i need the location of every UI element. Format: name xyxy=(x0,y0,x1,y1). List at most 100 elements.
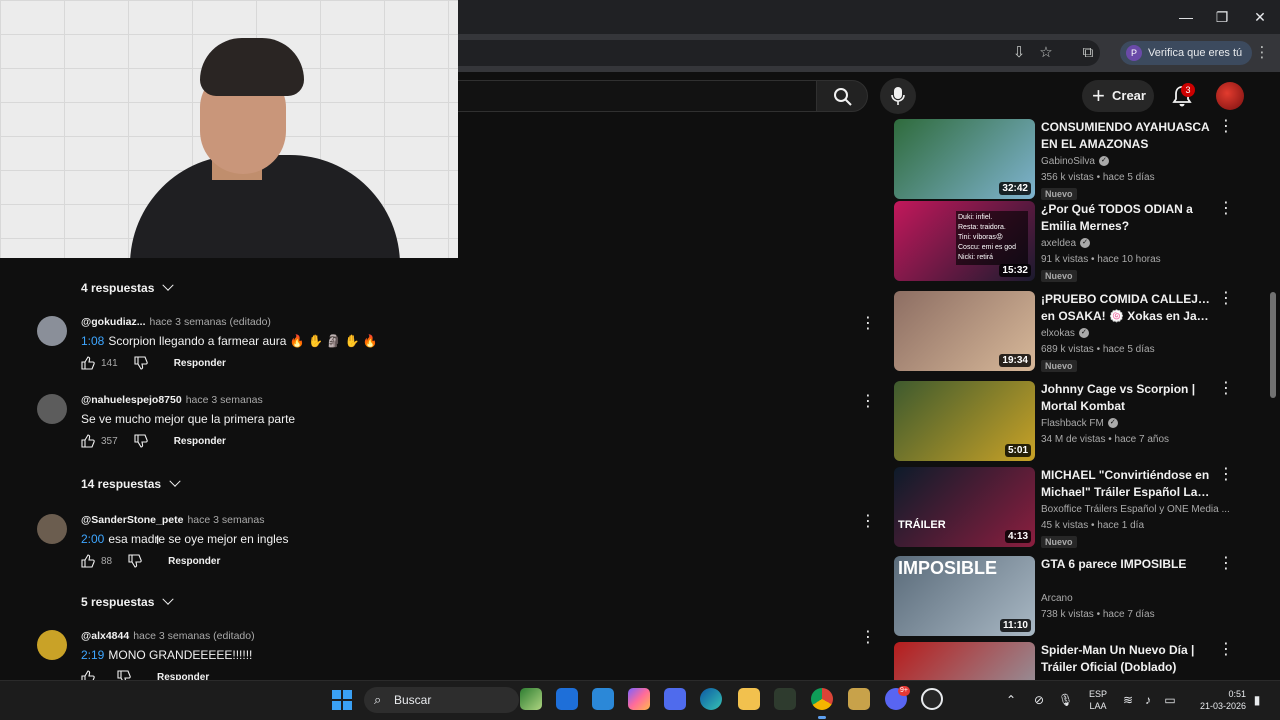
recommended-video[interactable]: 19:34 ¡PRUEBO COMIDA CALLEJERA en OSAKA! 🍥… xyxy=(894,291,1240,372)
store-icon[interactable] xyxy=(592,688,614,710)
comment-time[interactable]: hace 3 semanas xyxy=(187,514,264,526)
account-avatar[interactable] xyxy=(1216,82,1244,110)
video-channel[interactable]: GabinoSilva ✓ xyxy=(1041,156,1231,167)
video-thumbnail[interactable]: Duki: infiel. Resta: traidora. Tini: víbor… xyxy=(894,201,1035,281)
wifi-icon[interactable]: ≋ xyxy=(1120,690,1136,710)
replies-toggle[interactable]: 5 respuestas xyxy=(81,592,175,612)
comment-timestamp-link[interactable]: 2:00 xyxy=(81,532,104,546)
video-channel[interactable]: axeldea ✓ xyxy=(1041,238,1231,249)
microphone-tray-icon[interactable]: 🎙 xyxy=(1058,690,1073,710)
video-more-icon[interactable]: ⋮ xyxy=(1218,291,1234,307)
show-hidden-icons[interactable]: ⌃ xyxy=(1004,690,1018,710)
video-thumbnail[interactable]: IMPOSIBLE 11:10 xyxy=(894,556,1035,636)
profile-verify-button[interactable]: P Verifica que eres tú xyxy=(1120,41,1253,65)
video-thumbnail[interactable]: TRÁILER 4:13 xyxy=(894,467,1035,547)
video-thumbnail[interactable]: 19:34 xyxy=(894,291,1035,371)
install-app-icon[interactable]: ⇩ xyxy=(1007,42,1031,64)
reply-button[interactable]: Responder xyxy=(174,358,226,369)
league-icon[interactable] xyxy=(848,688,870,710)
comment-author[interactable]: @SanderStone_pete xyxy=(81,514,183,526)
video-more-icon[interactable]: ⋮ xyxy=(1218,467,1234,483)
language-indicator[interactable]: ESP LAA xyxy=(1086,688,1110,712)
notepad-icon[interactable] xyxy=(774,688,796,710)
commenter-avatar[interactable] xyxy=(37,514,67,544)
video-more-icon[interactable]: ⋮ xyxy=(1218,201,1234,217)
comment-time[interactable]: hace 3 semanas (editado) xyxy=(150,316,271,328)
outlook-icon[interactable] xyxy=(556,688,578,710)
search-button[interactable] xyxy=(816,80,868,112)
video-title[interactable]: Johnny Cage vs Scorpion | Mortal Kombat xyxy=(1041,381,1211,415)
thumbs-down-icon[interactable] xyxy=(128,554,142,568)
taskbar-search-box[interactable]: ⌕ Buscar xyxy=(364,687,519,713)
replies-toggle[interactable]: 4 respuestas xyxy=(81,278,175,298)
restore-icon[interactable]: ❐ xyxy=(1208,6,1236,28)
file-explorer-icon[interactable] xyxy=(738,688,760,710)
recommended-video[interactable]: 32:42 CONSUMIENDO AYAHUASCA EN EL AMAZONAS… xyxy=(894,119,1240,200)
notification-center-icon[interactable]: ▮ xyxy=(1250,690,1264,710)
network-off-icon[interactable]: ⊘ xyxy=(1030,690,1048,710)
game-app-icon[interactable] xyxy=(520,688,542,710)
commenter-avatar[interactable] xyxy=(37,316,67,346)
close-icon[interactable]: ✕ xyxy=(1246,6,1274,28)
teams-icon[interactable] xyxy=(664,688,686,710)
video-title-line-2: Tráiler Oficial (Doblado) xyxy=(1041,660,1177,674)
minimize-icon[interactable]: — xyxy=(1172,6,1200,28)
chrome-icon[interactable] xyxy=(811,688,833,710)
video-more-icon[interactable]: ⋮ xyxy=(1218,119,1234,135)
video-title[interactable]: ¿Por Qué TODOS ODIAN a Emilia Mernes? xyxy=(1041,201,1211,235)
video-channel[interactable]: Boxoffice Tráilers Español y ONE Media .… xyxy=(1041,504,1231,515)
reply-button[interactable]: Responder xyxy=(174,436,226,447)
recommended-video[interactable]: TRÁILER 4:13 MICHAEL "Convirtiéndose en Mic… xyxy=(894,467,1240,548)
comment-time[interactable]: hace 3 semanas xyxy=(186,394,263,406)
recommended-video[interactable]: 5:01 Johnny Cage vs Scorpion | Mortal Komb… xyxy=(894,381,1240,461)
extensions-icon[interactable]: ⧉ xyxy=(1076,42,1100,64)
comment-timestamp-link[interactable]: 2:19 xyxy=(81,648,104,662)
thumbs-down-icon[interactable] xyxy=(134,434,148,448)
video-title[interactable]: MICHAEL "Convirtiéndose en Michael" Tráil… xyxy=(1041,467,1211,501)
taskbar-clock[interactable]: 0:51 21-03-2026 xyxy=(1190,688,1246,712)
comment-timestamp-link[interactable]: 1:08 xyxy=(81,334,104,348)
copilot-icon[interactable] xyxy=(628,688,650,710)
video-channel[interactable]: Flashback FM ✓ xyxy=(1041,418,1231,429)
comment-author[interactable]: @nahuelespejo8750 xyxy=(81,394,182,406)
bookmark-star-icon[interactable]: ☆ xyxy=(1034,42,1058,64)
video-more-icon[interactable]: ⋮ xyxy=(1218,642,1234,658)
scrollbar-thumb[interactable] xyxy=(1270,292,1276,398)
comment-more-icon[interactable]: ⋮ xyxy=(860,630,876,646)
start-menu-button[interactable] xyxy=(332,690,352,710)
comment-author[interactable]: @alx4844 xyxy=(81,630,129,642)
comment-more-icon[interactable]: ⋮ xyxy=(860,514,876,530)
create-button[interactable]: + Crear xyxy=(1082,80,1154,112)
thumbs-up-icon[interactable] xyxy=(81,434,95,448)
video-more-icon[interactable]: ⋮ xyxy=(1218,381,1234,397)
comment-author[interactable]: @gokudiaz... xyxy=(81,316,146,328)
thumbs-down-icon[interactable] xyxy=(134,356,148,370)
video-title[interactable]: Spider-Man Un Nuevo Día | Tráiler Oficial… xyxy=(1041,642,1211,676)
volume-icon[interactable]: ♪ xyxy=(1140,690,1156,710)
comment-time[interactable]: hace 3 semanas (editado) xyxy=(133,630,254,642)
video-thumbnail[interactable]: 32:42 xyxy=(894,119,1035,199)
voice-search-button[interactable] xyxy=(880,78,916,114)
video-title[interactable]: ¡PRUEBO COMIDA CALLEJERA en OSAKA! 🍥 Xoka… xyxy=(1041,291,1211,325)
reply-button[interactable]: Responder xyxy=(168,556,220,567)
chrome-menu-icon[interactable]: ⋮ xyxy=(1252,42,1272,64)
thumbs-up-icon[interactable] xyxy=(81,356,95,370)
video-channel[interactable]: elxokas ✓ xyxy=(1041,328,1231,339)
edge-icon[interactable] xyxy=(700,688,722,710)
video-title[interactable]: GTA 6 parece IMPOSIBLE xyxy=(1041,556,1211,573)
video-thumbnail[interactable]: 5:01 xyxy=(894,381,1035,461)
video-more-icon[interactable]: ⋮ xyxy=(1218,556,1234,572)
thumbs-up-icon[interactable] xyxy=(81,554,95,568)
address-bar[interactable] xyxy=(380,40,1100,66)
video-channel[interactable]: Arcano xyxy=(1041,593,1231,604)
video-title[interactable]: CONSUMIENDO AYAHUASCA EN EL AMAZONAS xyxy=(1041,119,1211,153)
comment-more-icon[interactable]: ⋮ xyxy=(860,316,876,332)
recommended-video[interactable]: Duki: infiel. Resta: traidora. Tini: víbor… xyxy=(894,201,1240,282)
commenter-avatar[interactable] xyxy=(37,630,67,660)
commenter-avatar[interactable] xyxy=(37,394,67,424)
battery-icon[interactable]: ▭ xyxy=(1160,690,1180,710)
obs-icon[interactable] xyxy=(921,688,943,710)
recommended-video[interactable]: IMPOSIBLE 11:10 GTA 6 parece IMPOSIBLE Arca… xyxy=(894,556,1240,636)
replies-toggle[interactable]: 14 respuestas xyxy=(81,474,181,494)
comment-more-icon[interactable]: ⋮ xyxy=(860,394,876,410)
